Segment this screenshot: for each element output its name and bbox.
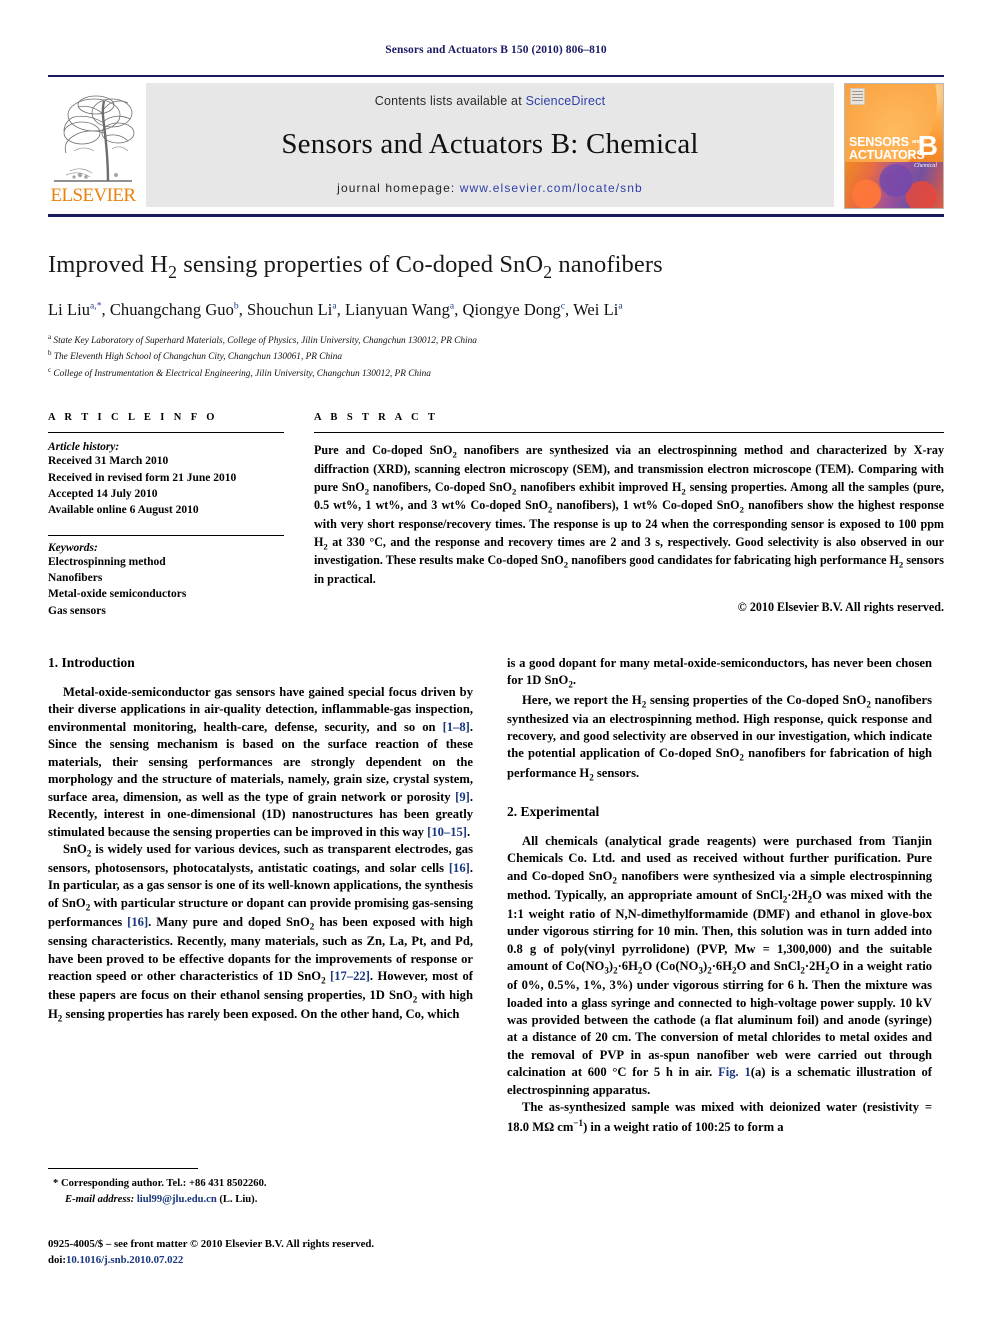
cover-subtitle: Chemical bbox=[914, 163, 937, 169]
abstract-column: A B S T R A C T Pure and Co-doped SnO2 n… bbox=[314, 412, 944, 619]
keywords-label: Keywords: bbox=[48, 541, 98, 554]
keyword-4: Gas sensors bbox=[48, 604, 106, 617]
elsevier-wordmark: ELSEVIER bbox=[50, 185, 137, 206]
citation-10-15[interactable]: [10–15] bbox=[427, 825, 467, 839]
email-label: E-mail address: bbox=[65, 1193, 135, 1205]
citation-17-22[interactable]: [17–22] bbox=[330, 969, 370, 983]
masthead-bottom-rule bbox=[48, 214, 944, 217]
cover-line1: SENSORS bbox=[849, 135, 909, 149]
abstract-heading: A B S T R A C T bbox=[314, 412, 439, 424]
abstract-text: Pure and Co-doped SnO2 nanofibers are sy… bbox=[314, 443, 945, 587]
keyword-1: Electrospinning method bbox=[48, 555, 166, 568]
cover-letter-b: B bbox=[917, 130, 938, 161]
running-head: Sensors and Actuators B 150 (2010) 806–8… bbox=[385, 44, 607, 56]
elsevier-tree-icon bbox=[54, 95, 135, 182]
article-history-block: Article history: Received 31 March 2010 … bbox=[48, 441, 284, 518]
footnote-block: * Corresponding author. Tel.: +86 431 85… bbox=[48, 1168, 473, 1268]
footnote-rule bbox=[48, 1168, 198, 1169]
paragraph-right-2: Here, we report the H2 sensing propertie… bbox=[507, 692, 932, 783]
article-info-column: A R T I C L E I N F O Article history: R… bbox=[48, 412, 284, 619]
article-info-rule bbox=[48, 432, 284, 434]
paragraph-intro-1: Metal-oxide-semiconductor gas sensors ha… bbox=[48, 685, 473, 839]
body-column-left: 1. Introduction Metal-oxide-semiconducto… bbox=[48, 655, 473, 1136]
paper-page: Sensors and Actuators B 150 (2010) 806–8… bbox=[0, 0, 992, 1323]
homepage-label: journal homepage: bbox=[337, 181, 456, 195]
journal-band: Contents lists available at ScienceDirec… bbox=[146, 83, 834, 207]
history-accepted: Accepted 14 July 2010 bbox=[48, 488, 158, 501]
affiliation-list: a State Key Laboratory of Superhard Mate… bbox=[48, 332, 944, 382]
email-note: E-mail address: liul99@jlu.edu.cn (L. Li… bbox=[48, 1192, 473, 1208]
keywords-rule bbox=[48, 534, 284, 536]
citation-16a[interactable]: [16] bbox=[449, 861, 470, 875]
keyword-3: Metal-oxide semiconductors bbox=[48, 588, 187, 601]
keywords-block: Keywords: Electrospinning method Nanofib… bbox=[48, 542, 284, 619]
homepage-url-link[interactable]: www.elsevier.com/locate/snb bbox=[460, 181, 643, 195]
affiliation-c: c College of Instrumentation & Electrica… bbox=[48, 365, 431, 379]
citation-16b[interactable]: [16] bbox=[127, 915, 148, 929]
body-column-right: is a good dopant for many metal-oxide-se… bbox=[507, 655, 932, 1136]
doi-link[interactable]: 10.1016/j.snb.2010.07.022 bbox=[66, 1254, 183, 1266]
page-title: Improved H2 sensing properties of Co-dop… bbox=[48, 251, 663, 282]
corresponding-author-note: * Corresponding author. Tel.: +86 431 85… bbox=[53, 1178, 267, 1189]
article-history-label: Article history: bbox=[48, 441, 120, 454]
paragraph-right-1: is a good dopant for many metal-oxide-se… bbox=[507, 656, 932, 690]
abstract-copyright: © 2010 Elsevier B.V. All rights reserved… bbox=[737, 599, 944, 614]
doi-label: doi: bbox=[48, 1253, 66, 1266]
affiliation-b: b The Eleventh High School of Changchun … bbox=[48, 349, 343, 363]
paragraph-exp-1: All chemicals (analytical grade reagents… bbox=[507, 833, 932, 1097]
sciencedirect-link[interactable]: ScienceDirect bbox=[526, 94, 606, 108]
contents-label: Contents lists available at bbox=[374, 94, 522, 108]
citation-1-8[interactable]: [1–8] bbox=[443, 720, 470, 734]
paragraph-intro-2: SnO2 is widely used for various devices,… bbox=[48, 841, 474, 1024]
info-abstract-row: A R T I C L E I N F O Article history: R… bbox=[48, 412, 944, 619]
keyword-2: Nanofibers bbox=[48, 572, 103, 585]
figure-reference-1a[interactable]: Fig. 1 bbox=[718, 1065, 751, 1079]
abstract-rule bbox=[314, 432, 944, 434]
journal-cover-thumbnail: SENSORS and ACTUATORS B Chemical bbox=[844, 83, 944, 209]
imprint-doi-line: doi:10.1016/j.snb.2010.07.022 bbox=[48, 1252, 473, 1268]
section-heading-introduction: 1. Introduction bbox=[48, 655, 135, 671]
body-columns: 1. Introduction Metal-oxide-semiconducto… bbox=[48, 655, 944, 1136]
paragraph-exp-2: The as-synthesized sample was mixed with… bbox=[507, 1100, 932, 1134]
elsevier-logo: ELSEVIER bbox=[48, 83, 138, 207]
history-received: Received 31 March 2010 bbox=[48, 455, 169, 468]
journal-homepage-line: journal homepage: www.elsevier.com/locat… bbox=[337, 181, 643, 195]
author-list: Li Liua,*, Chuangchang Guob, Shouchun Li… bbox=[48, 299, 623, 319]
journal-masthead: ELSEVIER Contents lists available at Sci… bbox=[48, 75, 944, 217]
email-link[interactable]: liul99@jlu.edu.cn bbox=[137, 1194, 217, 1205]
title-block: Improved H2 sensing properties of Co-dop… bbox=[48, 251, 944, 381]
contents-available-line: Contents lists available at ScienceDirec… bbox=[375, 94, 606, 108]
imprint-block: 0925-4005/$ – see front matter © 2010 El… bbox=[48, 1236, 473, 1268]
article-info-heading: A R T I C L E I N F O bbox=[48, 412, 218, 424]
email-owner: (L. Liu). bbox=[219, 1193, 258, 1205]
citation-9[interactable]: [9] bbox=[455, 790, 470, 804]
journal-title: Sensors and Actuators B: Chemical bbox=[281, 128, 699, 160]
imprint-frontmatter: 0925-4005/$ – see front matter © 2010 El… bbox=[48, 1237, 375, 1250]
affiliation-a: a State Key Laboratory of Superhard Mate… bbox=[48, 332, 477, 346]
section-heading-experimental: 2. Experimental bbox=[507, 803, 600, 819]
cover-mini-thumbnail-icon bbox=[850, 88, 865, 105]
history-revised: Received in revised form 21 June 2010 bbox=[48, 471, 237, 484]
history-online: Available online 6 August 2010 bbox=[48, 504, 199, 517]
